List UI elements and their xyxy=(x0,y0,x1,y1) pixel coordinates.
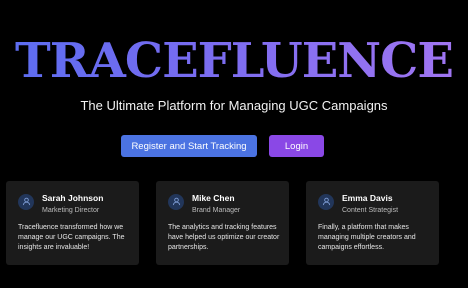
testimonial-card: Mike Chen Brand Manager The analytics an… xyxy=(156,181,289,265)
testimonial-quote: Finally, a platform that makes managing … xyxy=(318,224,416,251)
testimonial-role: Content Strategist xyxy=(342,207,399,214)
testimonial-name: Sarah Johnson xyxy=(42,193,104,203)
testimonial-card: Emma Davis Content Strategist Finally, a… xyxy=(306,181,439,265)
user-icon xyxy=(22,193,31,211)
testimonial-quote: Tracefluence transformed how we manage o… xyxy=(18,224,125,251)
testimonial-name: Emma Davis xyxy=(342,193,393,203)
avatar xyxy=(18,194,34,210)
testimonial-quote: The analytics and tracking features have… xyxy=(168,224,280,251)
brand-title: TRACEFLUENCE xyxy=(0,33,468,89)
avatar xyxy=(168,194,184,210)
login-button[interactable]: Login xyxy=(269,135,324,157)
testimonial-role: Brand Manager xyxy=(192,207,241,214)
user-icon xyxy=(172,193,181,211)
testimonial-card: Sarah Johnson Marketing Director Tracefl… xyxy=(6,181,139,265)
testimonial-role: Marketing Director xyxy=(42,207,100,214)
register-button[interactable]: Register and Start Tracking xyxy=(121,135,257,157)
testimonial-name: Mike Chen xyxy=(192,193,235,203)
avatar xyxy=(318,194,334,210)
user-icon xyxy=(322,193,331,211)
tagline: The Ultimate Platform for Managing UGC C… xyxy=(80,98,388,113)
